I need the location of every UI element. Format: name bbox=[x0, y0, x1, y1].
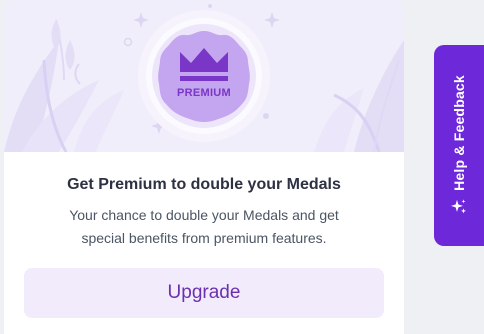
page: PREMIUM Get Premium to double your Medal… bbox=[0, 0, 484, 334]
description-line: Your chance to double your Medals and ge… bbox=[69, 207, 339, 223]
help-feedback-tab[interactable]: Help & Feedback bbox=[434, 45, 484, 246]
premium-card: PREMIUM Get Premium to double your Medal… bbox=[4, 0, 404, 334]
premium-hero: PREMIUM bbox=[4, 0, 404, 152]
help-feedback-inner: Help & Feedback bbox=[451, 75, 467, 215]
premium-badge-text: PREMIUM bbox=[176, 87, 232, 99]
premium-badge bbox=[158, 31, 250, 122]
help-feedback-label: Help & Feedback bbox=[451, 75, 467, 191]
card-title: Get Premium to double your Medals bbox=[67, 176, 341, 193]
sparkle-icon bbox=[451, 199, 467, 215]
card-description: Your chance to double your Medals and ge… bbox=[34, 204, 374, 250]
upgrade-button[interactable]: Upgrade bbox=[24, 268, 384, 318]
description-line: special benefits from premium features. bbox=[81, 230, 327, 246]
